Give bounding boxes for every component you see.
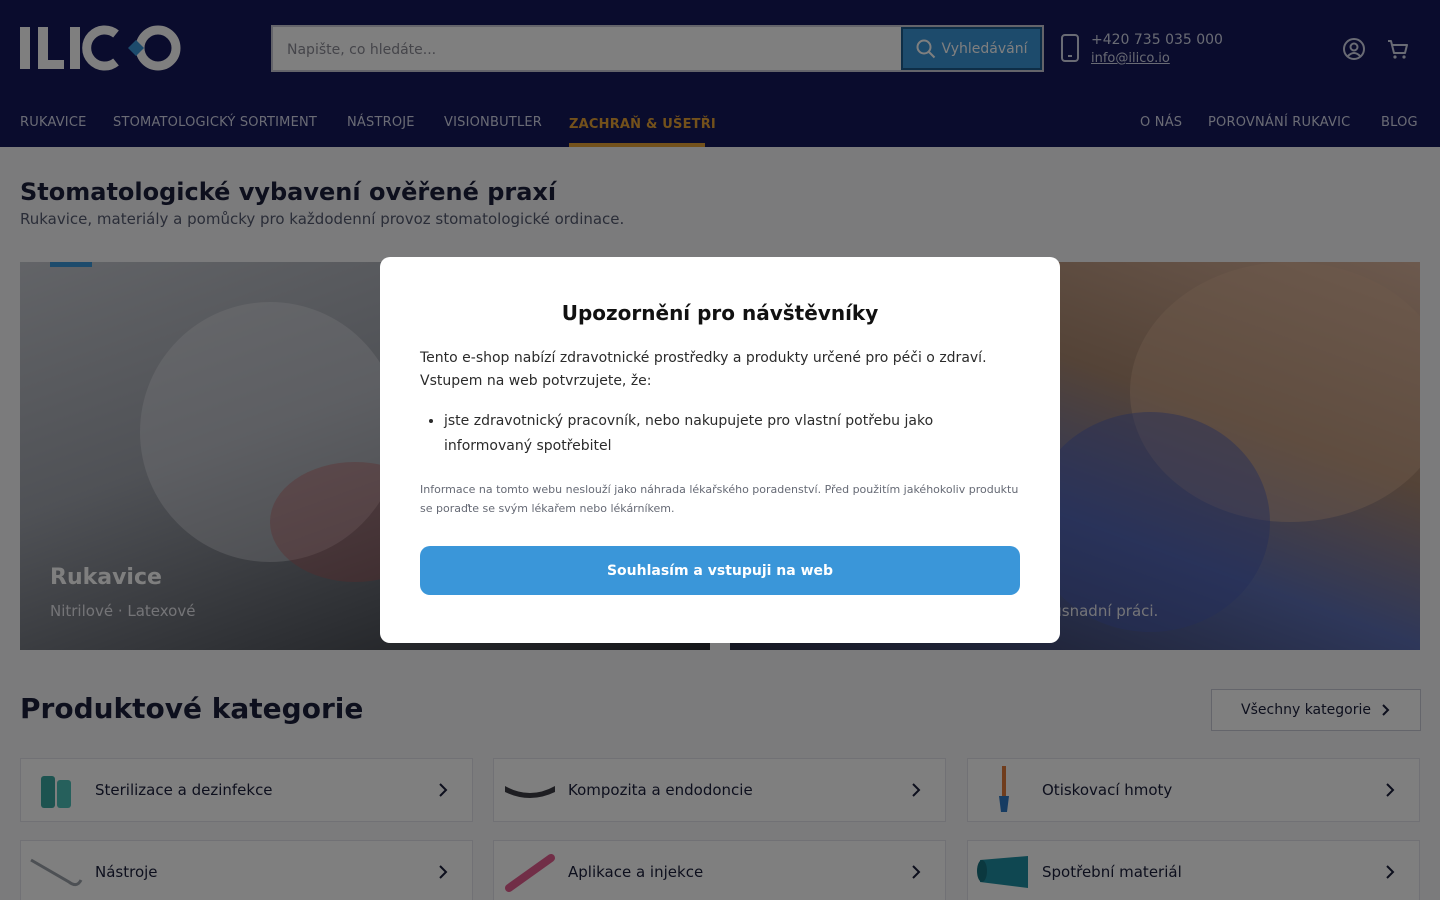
modal-title: Upozornění pro návštěvníky <box>561 301 879 325</box>
modal-note: Informace na tomto webu neslouží jako ná… <box>420 483 1019 515</box>
agree-enter-button[interactable]: Souhlasím a vstupuji na web <box>420 546 1020 595</box>
modal-list-item: jste zdravotnický pracovník, nebo nakupu… <box>444 409 964 459</box>
visitor-notice-modal: Upozornění pro návštěvníky Tento e-shop … <box>380 257 1060 643</box>
modal-text: Tento e-shop nabízí zdravotnické prostře… <box>420 350 987 389</box>
modal-list: jste zdravotnický pracovník, nebo nakupu… <box>444 409 964 459</box>
